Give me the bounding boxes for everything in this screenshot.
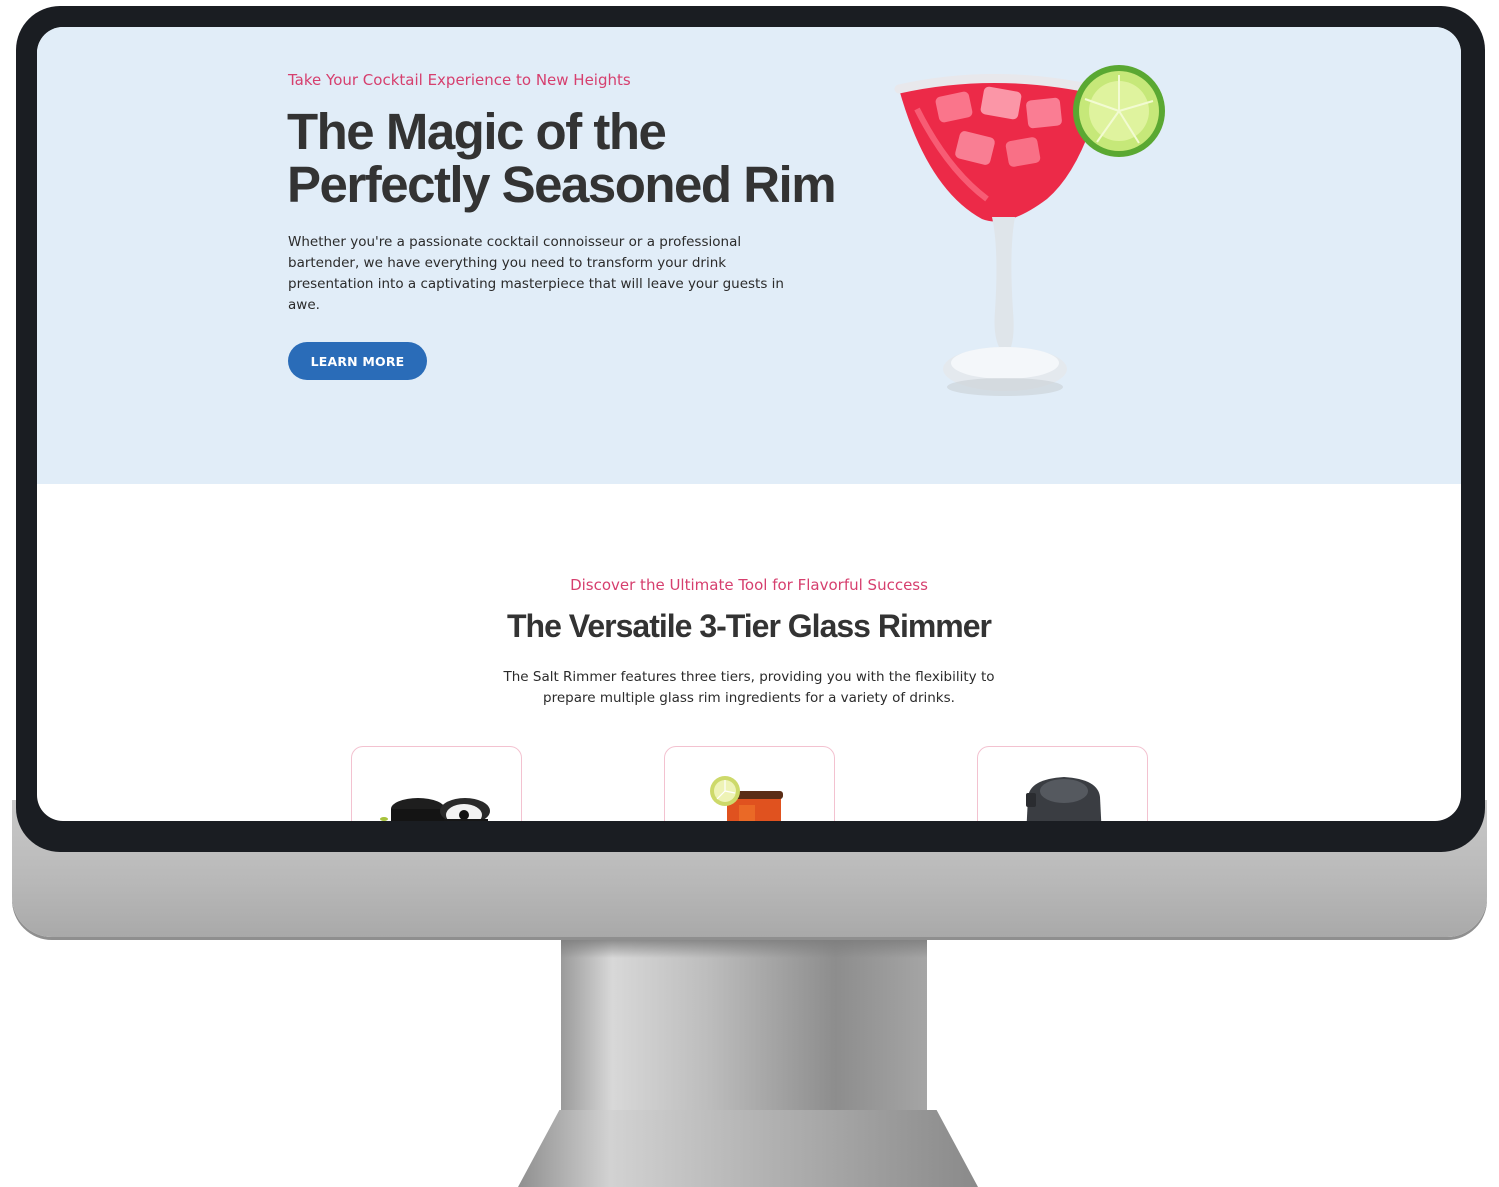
rimmed-cocktail-icon: [710, 776, 783, 821]
monitor-stand-foot: [518, 1110, 978, 1187]
hero-description: Whether you're a passionate cocktail con…: [288, 234, 784, 313]
feature-title: The Versatile 3-Tier Glass Rimmer: [507, 608, 992, 644]
hero-eyebrow: Take Your Cocktail Experience to New Hei…: [288, 71, 631, 89]
monitor-stand-shadow: [561, 936, 927, 958]
learn-more-button[interactable]: LEARN MORE: [288, 342, 427, 380]
feature-eyebrow: Discover the Ultimate Tool for Flavorful…: [570, 576, 928, 594]
hero-title: The Magic of the Perfectly Seasoned Rim: [287, 103, 837, 213]
product-card[interactable]: [664, 746, 835, 821]
hero-section: Take Your Cocktail Experience to New Hei…: [37, 27, 1461, 484]
feature-description: The Salt Rimmer features three tiers, pr…: [503, 669, 995, 706]
product-card[interactable]: [351, 746, 522, 821]
margarita-glass-with-lime-icon: [894, 65, 1165, 396]
product-card[interactable]: [977, 746, 1148, 821]
monitor-screen: Take Your Cocktail Experience to New Hei…: [37, 27, 1461, 821]
closed-rimmer-icon: [1026, 777, 1102, 821]
monitor-stand-neck: [561, 936, 927, 1116]
rimmer-tiers-icon: [380, 798, 490, 821]
